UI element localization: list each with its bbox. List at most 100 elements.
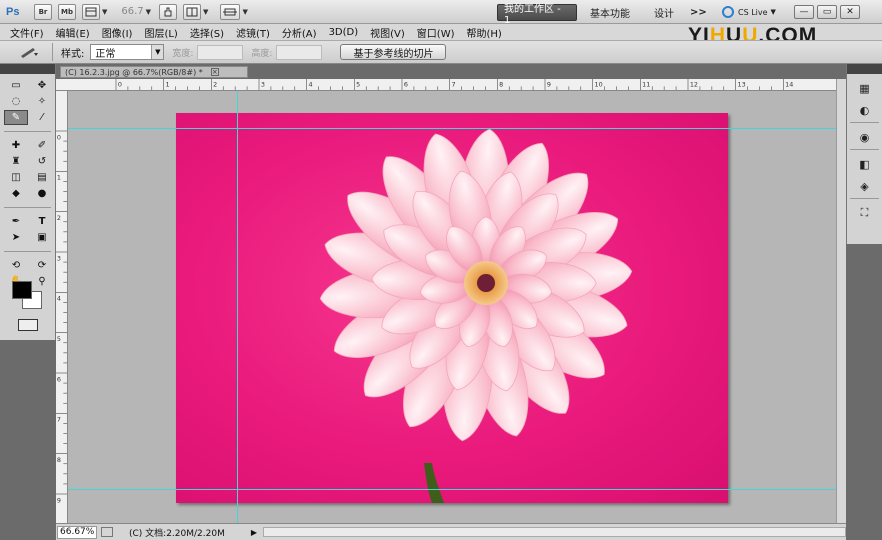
slice-tool-icon[interactable]: ✎ [4,110,28,125]
divider [4,207,51,208]
menu-analysis[interactable]: 分析(A) [276,25,323,40]
tool-preset-picker[interactable] [14,43,44,61]
move-tool-icon[interactable]: ✥ [30,78,54,93]
quick-mask-icon[interactable] [18,319,38,331]
path-selection-tool-icon[interactable]: ➤ [4,230,28,245]
view-extras-button[interactable] [82,3,100,20]
dahlia-photo [176,113,728,503]
horizontal-ruler[interactable]: 0 1 2 3 4 5 6 7 8 9 10 11 12 13 14 [56,79,836,91]
screen-mode-icon [223,8,238,15]
ruler-label: 4 [309,80,313,88]
adjustments-panel-icon[interactable]: ◧ [855,156,875,172]
style-label: 样式: [61,48,85,60]
tools-panel-header[interactable] [0,64,55,74]
chevron-down-icon[interactable]: ▼ [102,8,107,16]
brush-tool-icon[interactable]: ✐ [30,138,54,153]
ruler-label: 1 [57,174,61,182]
close-button[interactable]: ✕ [840,5,860,19]
blur-tool-icon[interactable]: ◆ [4,186,28,201]
menu-window[interactable]: 窗口(W) [411,25,461,40]
workspace-active[interactable]: 我的工作区 - 1 [497,4,577,26]
eyedropper-tool-icon[interactable]: ⁄ [30,110,54,125]
menu-3d[interactable]: 3D(D) [323,27,365,38]
panel-dock-header[interactable] [847,64,882,74]
screen-mode-button[interactable] [220,3,241,20]
vertical-guide[interactable] [237,91,238,523]
zoom-status-field[interactable]: 66.67% [57,525,97,539]
menu-file[interactable]: 文件(F) [4,25,50,40]
document-tab[interactable]: (C) 16.2.3.jpg @ 66.7%(RGB/8#) * × [60,66,248,78]
dodge-tool-icon[interactable]: ● [30,186,54,201]
menu-image[interactable]: 图像(I) [96,25,139,40]
chevron-down-icon[interactable]: ▼ [242,8,247,16]
minimize-button[interactable]: — [794,5,814,19]
mini-bridge-button[interactable]: Mb [58,3,76,20]
type-tool-icon[interactable]: T [30,214,54,229]
divider [4,251,51,252]
width-field [197,44,244,60]
menu-filter[interactable]: 滤镜(T) [230,25,276,40]
divider [52,43,53,61]
chevron-down-icon[interactable]: ▼ [203,8,208,16]
vertical-ruler[interactable]: 0 1 2 3 4 5 6 7 8 9 [56,91,68,523]
document-tab-title: (C) 16.2.3.jpg @ 66.7%(RGB/8#) * [65,67,203,77]
vertical-scrollbar[interactable] [836,79,846,523]
hand-tool-button[interactable] [159,3,178,20]
menu-layer[interactable]: 图层(L) [138,25,183,40]
gradient-tool-icon[interactable]: ▤ [30,170,54,185]
eraser-tool-icon[interactable]: ◫ [4,170,28,185]
status-menu-arrow[interactable]: ▶ [251,528,257,537]
ruler-label: 12 [690,80,698,88]
pen-tool-icon[interactable]: ✒ [4,214,28,229]
close-icon[interactable]: × [210,68,219,76]
slices-from-guides-button[interactable]: 基于参考线的切片 [340,44,447,60]
restore-button[interactable]: ▭ [817,5,837,19]
canvas-area[interactable] [68,91,836,523]
photoshop-logo: Ps [6,5,20,18]
ruler-label: 9 [57,496,61,504]
zoom-tool-icon[interactable]: ⚲ [30,274,54,289]
cs-live-button[interactable]: CS Live ▼ [722,4,776,20]
chevron-down-icon[interactable]: ▼ [146,8,151,16]
horizontal-scrollbar[interactable] [263,527,846,537]
foreground-color-swatch[interactable] [12,281,32,299]
style-select[interactable]: 正常 ▼ [90,44,165,60]
workspace-design[interactable]: 设计 [648,4,680,21]
3d-rotate-tool-icon[interactable]: ⟲ [4,258,28,273]
ruler-label: 7 [452,80,456,88]
ruler-label: 3 [57,254,61,262]
magic-wand-tool-icon[interactable]: ✧ [30,94,54,109]
horizontal-guide[interactable] [68,128,836,129]
arrange-documents-button[interactable] [183,3,202,20]
menu-view[interactable]: 视图(V) [364,25,411,40]
marquee-tool-icon[interactable]: ▭ [4,78,28,93]
chevron-down-icon: ▼ [770,8,776,16]
divider [850,122,879,123]
layers-panel-icon[interactable]: ◈ [855,178,875,194]
color-panel-icon[interactable]: ◉ [855,129,875,145]
navigator-panel-icon[interactable]: ◐ [855,102,875,118]
workspace-basic[interactable]: 基本功能 [584,4,636,21]
clone-stamp-tool-icon[interactable]: ♜ [4,154,28,169]
ruler-label: 0 [118,80,122,88]
workspace-more-button[interactable]: >> [684,4,713,21]
menu-edit[interactable]: 编辑(E) [50,25,96,40]
bridge-button[interactable]: Br [34,3,52,20]
width-label: 宽度: [172,48,194,59]
horizontal-guide[interactable] [68,489,836,490]
dahlia-flower-image [319,128,633,503]
application-bar: Ps Br Mb ▼ 66.7 ▼ ▼ ▼ 我的工作区 - 1 基本功能 设计 … [0,0,882,26]
status-options-icon[interactable] [101,527,113,537]
menu-select[interactable]: 选择(S) [184,25,230,40]
shape-tool-icon[interactable]: ▣ [30,230,54,245]
menu-help[interactable]: 帮助(H) [461,25,508,40]
zoom-level[interactable]: 66.7 [121,6,143,17]
lasso-tool-icon[interactable]: ◌ [4,94,28,109]
history-brush-tool-icon[interactable]: ↺ [30,154,54,169]
transform-panel-icon[interactable]: ⛶ [855,205,875,221]
ruler-label: 10 [595,80,603,88]
3d-orbit-tool-icon[interactable]: ⟳ [30,258,54,273]
healing-brush-tool-icon[interactable]: ✚ [4,138,28,153]
status-bar: 66.67% (C) 文档:2.20M/2.20M ▶ [56,523,846,540]
histogram-panel-icon[interactable]: ▦ [855,80,875,96]
